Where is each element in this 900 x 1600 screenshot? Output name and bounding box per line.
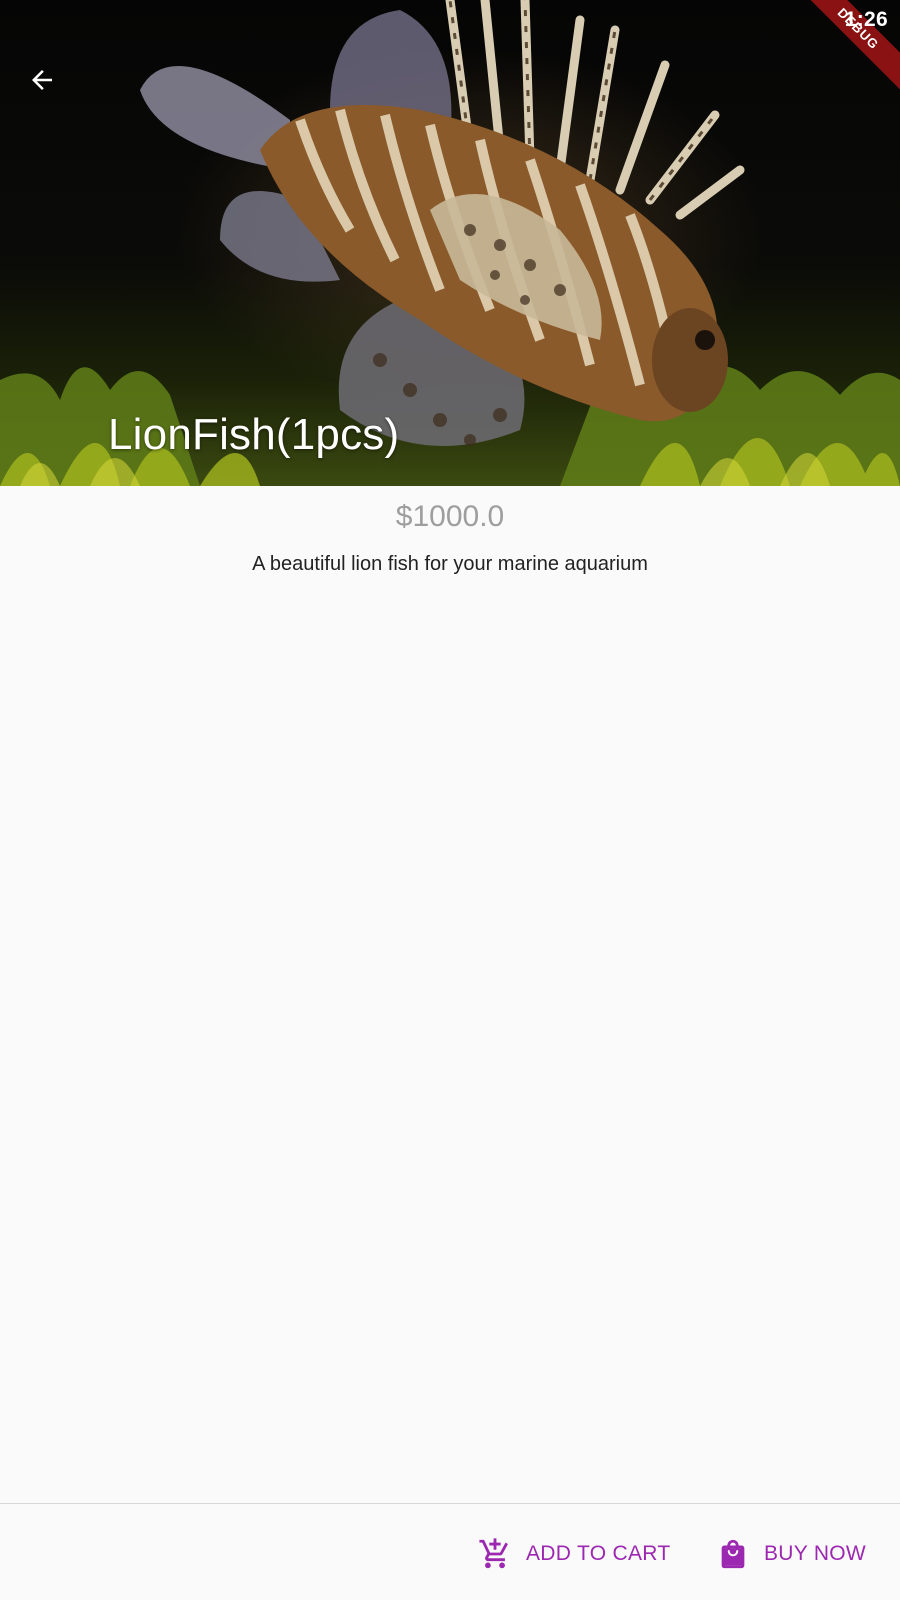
add-shopping-cart-icon — [478, 1537, 512, 1571]
back-button[interactable] — [18, 56, 66, 104]
status-time: 1:26 — [844, 8, 888, 31]
product-price: $1000.0 — [395, 500, 505, 533]
bottom-action-bar: ADD TO CART BUY NOW — [0, 1503, 900, 1600]
arrow-back-icon — [32, 70, 52, 90]
product-title: LionFish(1pcs) — [108, 410, 400, 459]
buy-now-label: BUY NOW — [764, 1542, 867, 1565]
product-hero-image: DEBUG 1:26 LionFish(1pcs) — [0, 0, 900, 486]
product-detail-screen: DEBUG 1:26 LionFish(1pcs) $1000.0 A beau… — [0, 0, 900, 1600]
buy-now-button[interactable]: BUY NOW — [716, 1532, 866, 1576]
product-description: A beautiful lion fish for your marine aq… — [252, 553, 648, 575]
shopping-bag-icon — [716, 1537, 750, 1571]
add-to-cart-button[interactable]: ADD TO CART — [478, 1532, 671, 1576]
add-to-cart-label: ADD TO CART — [526, 1542, 671, 1565]
